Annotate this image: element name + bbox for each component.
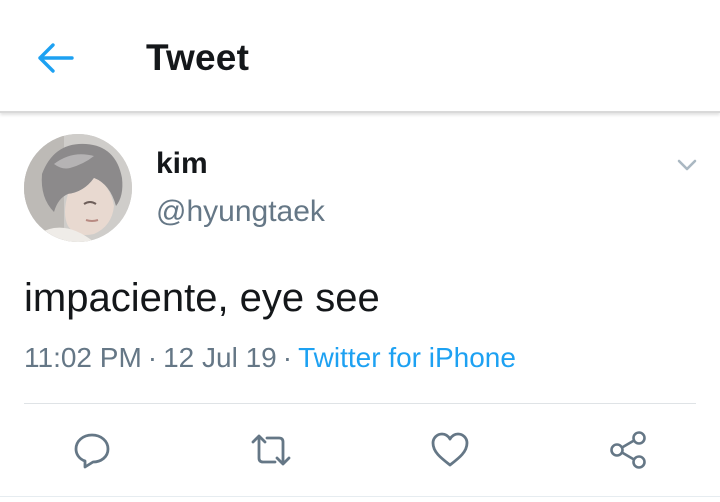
author-name[interactable]: kim [156,147,208,181]
meta-separator: · [147,342,158,373]
tweet-time: 11:02 PM [24,342,142,373]
author-handle[interactable]: @hyungtaek [156,195,325,229]
chevron-down-icon [677,159,697,171]
reply-button[interactable] [70,428,114,472]
bottom-divider [0,496,720,497]
retweet-icon [251,434,291,466]
reply-icon [74,433,110,469]
tweet-source-link[interactable]: Twitter for iPhone [298,342,516,373]
arrow-left-icon [38,43,74,73]
back-button[interactable] [30,34,82,82]
meta-separator: · [282,342,293,373]
share-icon [610,431,646,469]
retweet-button[interactable] [249,428,293,472]
tweet-options-button[interactable] [672,150,702,180]
like-icon [431,432,469,467]
tweet-meta: 11:02 PM · 12 Jul 19 · Twitter for iPhone [24,342,516,374]
like-button[interactable] [428,428,472,472]
app-header: Tweet [0,0,720,113]
share-button[interactable] [607,428,651,472]
divider [24,403,696,404]
avatar[interactable] [24,134,132,242]
page-title: Tweet [146,37,250,78]
tweet-date: 12 Jul 19 [163,342,277,373]
tweet-text: impaciente, eye see [24,276,380,320]
